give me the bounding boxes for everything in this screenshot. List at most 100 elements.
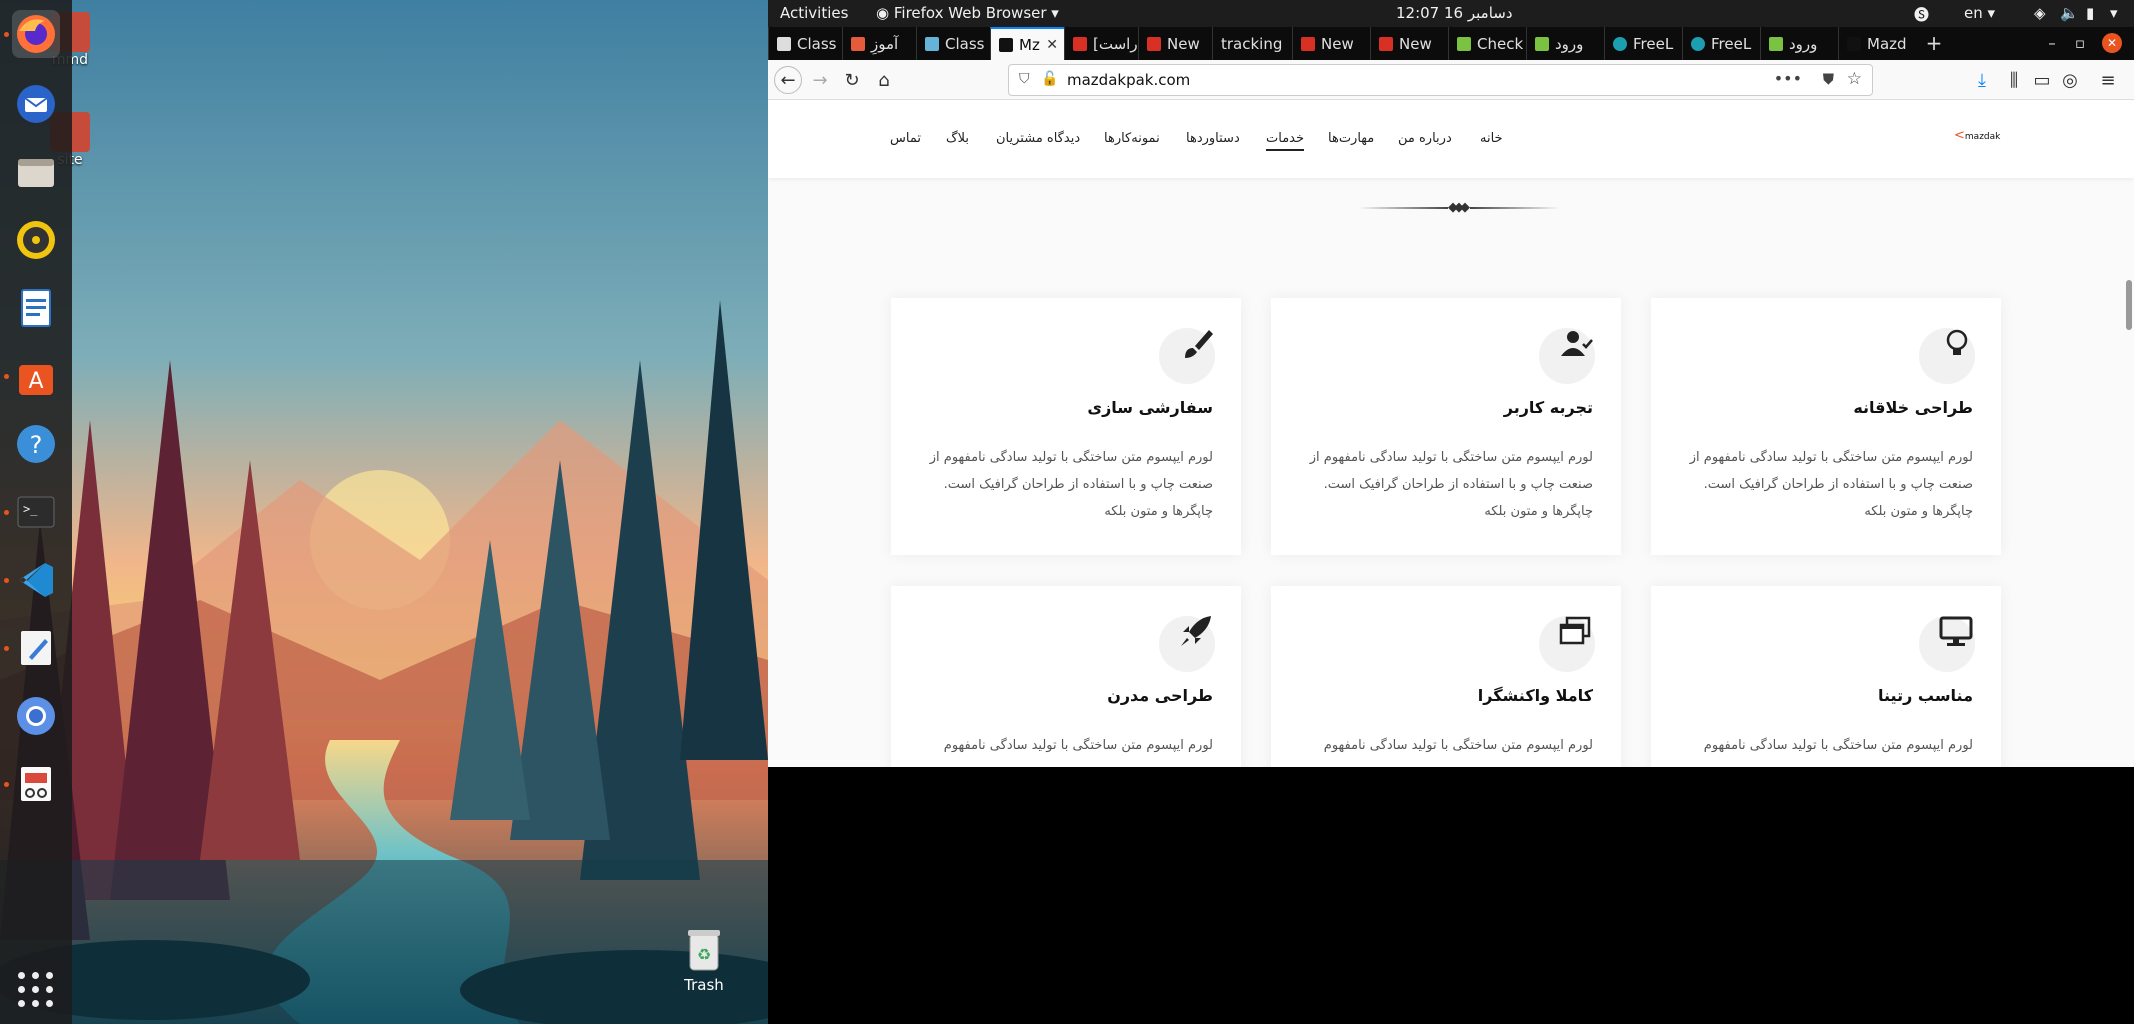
tab[interactable]: [راست: [1064, 27, 1138, 60]
shield-icon[interactable]: ⛉: [1019, 71, 1030, 87]
tab-label: New: [1399, 34, 1432, 53]
service-card[interactable]: طراحی خلاقانه لورم ایپسوم متن ساختگی با …: [1651, 298, 2001, 555]
tab-favicon: [1691, 36, 1705, 51]
network-icon[interactable]: ◈: [2034, 4, 2046, 22]
page-actions-icon[interactable]: •••: [1774, 69, 1802, 88]
account-icon[interactable]: ◎: [2056, 66, 2084, 94]
rhythmbox-icon: [17, 221, 55, 259]
dock-chromium[interactable]: [12, 692, 60, 740]
service-card[interactable]: تجربه کاربر لورم ایپسوم متن ساختگی با تو…: [1271, 298, 1621, 555]
files-icon: [18, 159, 54, 187]
dock-thunderbird[interactable]: [12, 80, 60, 128]
menu-item-blog[interactable]: بلاگ: [946, 131, 969, 146]
tab[interactable]: FreeL: [1682, 27, 1760, 60]
firefox-window: Class آموزِ Class Mz ✕ [راست New tracking…: [768, 27, 2134, 767]
menu-item-portfolio[interactable]: نمونه‌کارها: [1104, 131, 1160, 146]
tab[interactable]: New: [1370, 27, 1448, 60]
tab-active[interactable]: Mz ✕: [990, 27, 1064, 60]
menu-item-skills[interactable]: مهارت‌ها: [1328, 131, 1374, 146]
service-card[interactable]: مناسب رتینا لورم ایپسوم متن ساختگی با تو…: [1651, 586, 2001, 767]
sidebar-icon[interactable]: ▭: [2028, 66, 2056, 94]
back-icon[interactable]: ←: [774, 66, 802, 94]
close-window-icon[interactable]: ✕: [2102, 33, 2122, 53]
dock-writer[interactable]: [12, 284, 60, 332]
tab[interactable]: آموزِ: [842, 27, 916, 60]
firefox-icon: [17, 15, 55, 53]
minimize-icon[interactable]: –: [2042, 33, 2062, 53]
library-icon[interactable]: ⫼: [2000, 66, 2028, 94]
dock-files[interactable]: [12, 148, 60, 196]
home-icon[interactable]: ⌂: [870, 66, 898, 94]
dock-software[interactable]: A: [12, 352, 60, 400]
menu-item-services[interactable]: خدمات: [1266, 131, 1305, 151]
site-header: <mazdak خانه درباره من مهارت‌ها خدمات دس…: [768, 100, 2134, 178]
forward-icon[interactable]: →: [806, 66, 834, 94]
pocket-icon[interactable]: ⛊: [1823, 70, 1834, 88]
service-card[interactable]: کاملا واکنشگرا لورم ایپسوم متن ساختگی با…: [1271, 586, 1621, 767]
page-scrollbar[interactable]: [2126, 280, 2132, 330]
tab[interactable]: Class: [768, 27, 842, 60]
svg-text:A: A: [28, 369, 43, 394]
tab-label: New: [1321, 34, 1354, 53]
running-indicator: [4, 32, 9, 37]
volume-icon[interactable]: 🔈: [2060, 4, 2079, 22]
tab-label: Mz: [1019, 35, 1040, 54]
system-menu-chevron-icon[interactable]: ▾: [2110, 4, 2118, 22]
card-description: لورم ایپسوم متن ساختگی با تولید سادگی نا…: [1309, 450, 1593, 519]
tab[interactable]: New: [1138, 27, 1212, 60]
service-card[interactable]: طراحی مدرن لورم ایپسوم متن ساختگی با تول…: [891, 586, 1241, 767]
downloads-icon[interactable]: ⤓: [1968, 66, 1996, 94]
battery-icon[interactable]: ▮: [2086, 4, 2094, 22]
tab[interactable]: ورود: [1760, 27, 1838, 60]
menu-item-achievements[interactable]: دستاوردها: [1186, 131, 1240, 146]
logo-text: mazdak: [1964, 132, 2001, 142]
app-menu-label: Firefox Web Browser ▾: [893, 4, 1059, 22]
site-logo[interactable]: <mazdak: [1954, 128, 2000, 143]
lightbulb-icon: [1946, 329, 1968, 355]
tab-favicon: [1379, 36, 1393, 51]
url-text[interactable]: mazdakpak.com: [1067, 71, 1190, 89]
insecure-lock-icon[interactable]: 🔓: [1041, 71, 1058, 87]
service-card[interactable]: سفارشی سازی لورم ایپسوم متن ساختگی با تو…: [891, 298, 1241, 555]
trash-label: Trash: [684, 976, 724, 994]
menu-item-home[interactable]: خانه: [1480, 131, 1503, 146]
tab[interactable]: Mazd: [1838, 27, 1916, 60]
tab[interactable]: Check: [1448, 27, 1526, 60]
dock-text-editor[interactable]: [12, 624, 60, 672]
card-title: کاملا واکنشگرا: [1477, 686, 1593, 705]
tab[interactable]: tracking: [1212, 27, 1292, 60]
menu-item-about[interactable]: درباره من: [1398, 131, 1452, 146]
tab-close-icon[interactable]: ✕: [1046, 37, 1058, 53]
app-menu[interactable]: ◉ Firefox Web Browser ▾: [876, 4, 1059, 22]
tab[interactable]: Class: [916, 27, 990, 60]
dock-firefox[interactable]: [12, 10, 60, 58]
tab[interactable]: ورود: [1526, 27, 1604, 60]
tab[interactable]: New: [1292, 27, 1370, 60]
skype-tray-icon[interactable]: 🅢: [1914, 4, 1929, 25]
menu-item-testimonials[interactable]: دیدگاه مشتریان: [996, 131, 1080, 146]
dock-help[interactable]: ?: [12, 420, 60, 468]
dock-terminal[interactable]: >_: [12, 488, 60, 536]
clock[interactable]: دسامبر 16 12:07: [1396, 4, 1513, 22]
menu-item-contact[interactable]: تماس: [890, 131, 921, 146]
show-applications-icon[interactable]: [18, 972, 54, 1008]
tab[interactable]: FreeL: [1604, 27, 1682, 60]
trash[interactable]: ♻ Trash: [674, 928, 734, 994]
tab-label: Mazd: [1867, 34, 1907, 53]
thunderbird-icon: [17, 85, 55, 123]
new-tab-icon[interactable]: +: [1924, 33, 1944, 53]
maximize-icon[interactable]: ▫: [2070, 33, 2090, 53]
dock-document-viewer[interactable]: [12, 760, 60, 808]
card-title: طراحی مدرن: [1107, 686, 1213, 705]
hamburger-menu-icon[interactable]: ≡: [2094, 66, 2122, 94]
dock-vscode[interactable]: [12, 556, 60, 604]
chromium-icon: [17, 697, 55, 735]
language-indicator[interactable]: en ▾: [1964, 4, 1995, 22]
dock: A ? >_: [0, 0, 72, 1024]
reload-icon[interactable]: ↻: [838, 66, 866, 94]
dock-rhythmbox[interactable]: [12, 216, 60, 264]
url-bar[interactable]: ⛉ 🔓 mazdakpak.com ••• ⛊ ☆: [1008, 64, 1873, 96]
bookmark-star-icon[interactable]: ☆: [1847, 69, 1862, 89]
activities-button[interactable]: Activities: [780, 4, 848, 22]
tab-strip: Class آموزِ Class Mz ✕ [راست New tracking…: [768, 27, 2134, 60]
